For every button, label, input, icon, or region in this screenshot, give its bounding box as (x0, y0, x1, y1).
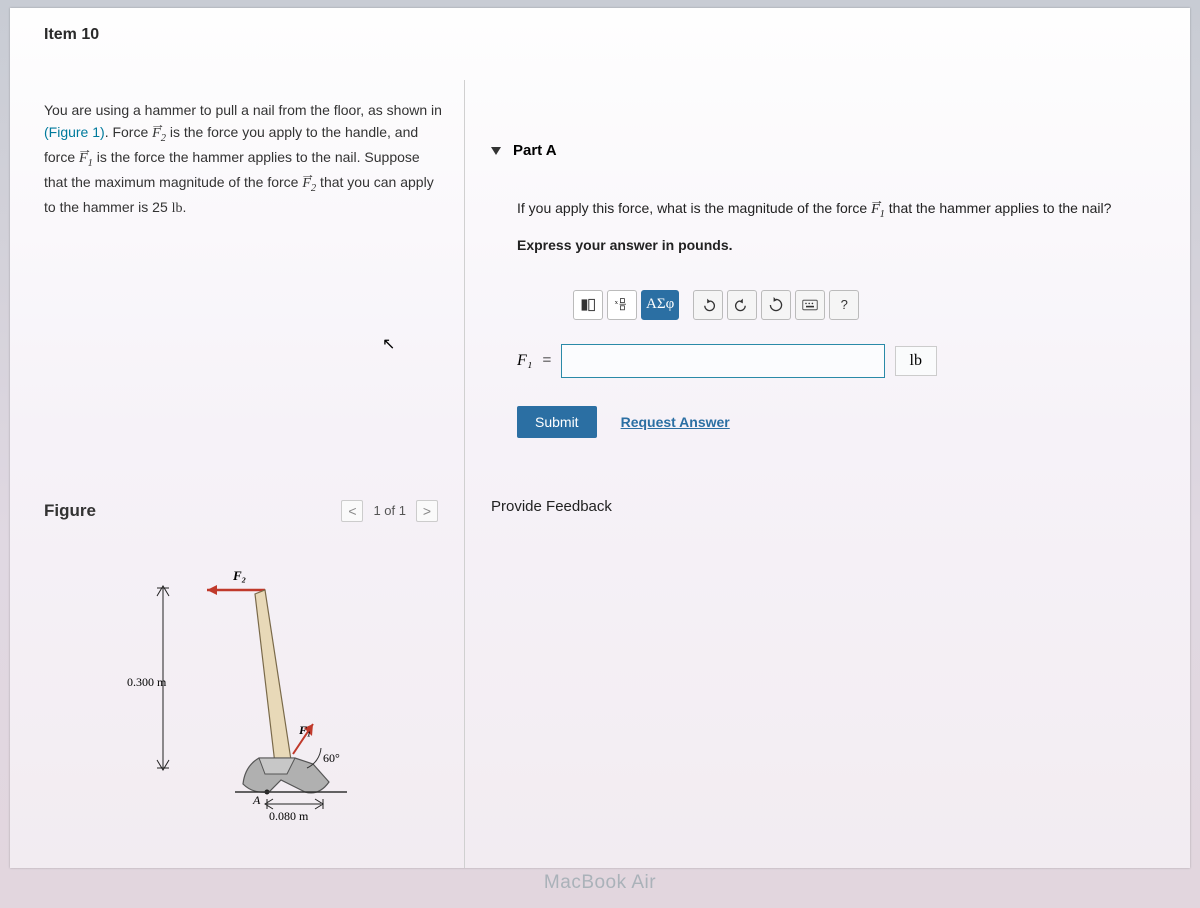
angle-label: 60° (323, 751, 340, 765)
undo-button[interactable] (693, 290, 723, 320)
part-a-header[interactable]: Part A (485, 80, 1160, 159)
question-text-a: If you apply this force, what is the mag… (517, 200, 871, 216)
problem-line1: You are using a hammer to pull a nail fr… (44, 102, 442, 118)
q-f1-letter: F (871, 202, 880, 217)
f2-letter: F (152, 126, 161, 141)
left-pane: You are using a hammer to pull a nail fr… (10, 80, 465, 868)
reset-button[interactable] (761, 290, 791, 320)
answer-input-row: F₁ = lb (517, 344, 937, 378)
template-button[interactable] (573, 290, 603, 320)
problem-statement: You are using a hammer to pull a nail fr… (44, 100, 446, 220)
figure-next-button[interactable]: > (416, 500, 438, 522)
problem-line3b: is the force the hammer applies to the n… (93, 149, 420, 165)
f2-symbol: F2 (152, 126, 166, 141)
svg-text:x: x (615, 299, 619, 306)
page-container: Item 10 You are using a hammer to pull a… (10, 8, 1190, 868)
redo-icon (734, 297, 750, 313)
f2-symbol-b: F2 (302, 176, 316, 191)
dim-base: 0.080 m (269, 809, 309, 823)
figure-page-number: 1 of 1 (373, 503, 406, 518)
f2-arrow-label: F₂ (232, 568, 246, 583)
f1-letter: F (79, 151, 88, 166)
fraction-button[interactable]: x (607, 290, 637, 320)
part-a-title: Part A (513, 142, 557, 159)
collapse-triangle-icon (491, 147, 501, 155)
submit-button[interactable]: Submit (517, 406, 597, 438)
answer-box: x ΑΣφ ? (517, 284, 937, 378)
equation-toolbar: x ΑΣφ ? (565, 284, 925, 326)
problem-line5-end: . (183, 199, 187, 215)
f2-letter-b: F (302, 176, 311, 191)
question-text-b: that the hammer applies to the nail? (885, 200, 1111, 216)
keyboard-button[interactable] (795, 290, 825, 320)
point-a-label: A (252, 793, 261, 807)
q-f1-sub: 1 (880, 209, 885, 220)
f2-sub: 2 (161, 132, 166, 143)
help-button[interactable]: ? (829, 290, 859, 320)
f1-symbol: F1 (79, 151, 93, 166)
answer-unit: lb (895, 346, 937, 376)
hammer-diagram: 0.300 m F₂ F₁ 60° (115, 548, 375, 848)
figure-pager: < 1 of 1 > (341, 500, 438, 522)
q-f1-symbol: F1 (871, 202, 885, 217)
content-area: You are using a hammer to pull a nail fr… (10, 80, 1190, 868)
problem-line4a: that the maximum magnitude of the force (44, 174, 302, 190)
question-block: If you apply this force, what is the mag… (517, 197, 1160, 256)
f1-sub: 1 (88, 158, 93, 169)
equals-sign: = (542, 352, 551, 370)
problem-line4b: that you can apply (316, 174, 434, 190)
f1-arrow-label: F₁ (298, 723, 311, 737)
figure-prev-button[interactable]: < (341, 500, 363, 522)
figure-header: Figure < 1 of 1 > (44, 500, 446, 522)
fraction-icon: x (614, 297, 630, 313)
answer-var-label: F₁ (517, 352, 532, 370)
request-answer-link[interactable]: Request Answer (621, 414, 730, 430)
f2-sub-b: 2 (311, 183, 316, 194)
button-row: Submit Request Answer (517, 406, 1160, 438)
keyboard-icon (802, 297, 818, 313)
figure-label: Figure (44, 501, 96, 521)
answer-input[interactable] (561, 344, 884, 378)
reset-icon (768, 297, 784, 313)
provide-feedback-link[interactable]: Provide Feedback (491, 498, 1160, 515)
problem-line3a: force (44, 149, 79, 165)
undo-icon (700, 297, 716, 313)
greek-button[interactable]: ΑΣφ (641, 290, 679, 320)
right-pane: Part A If you apply this force, what is … (465, 80, 1190, 868)
device-label: MacBook Air (0, 872, 1200, 894)
problem-line5: to the hammer is 25 (44, 199, 172, 215)
answer-instruction: Express your answer in pounds. (517, 234, 1160, 256)
redo-button[interactable] (727, 290, 757, 320)
problem-line2a: . Force (105, 124, 152, 140)
dim-height: 0.300 m (127, 675, 167, 689)
problem-line2b: is the force you apply to the handle, an… (166, 124, 418, 140)
item-title: Item 10 (10, 8, 1190, 44)
figure-link[interactable]: (Figure 1) (44, 124, 105, 140)
template-icon (580, 297, 596, 313)
lb-unit: lb (172, 201, 183, 216)
figure-canvas: 0.300 m F₂ F₁ 60° (44, 548, 446, 848)
